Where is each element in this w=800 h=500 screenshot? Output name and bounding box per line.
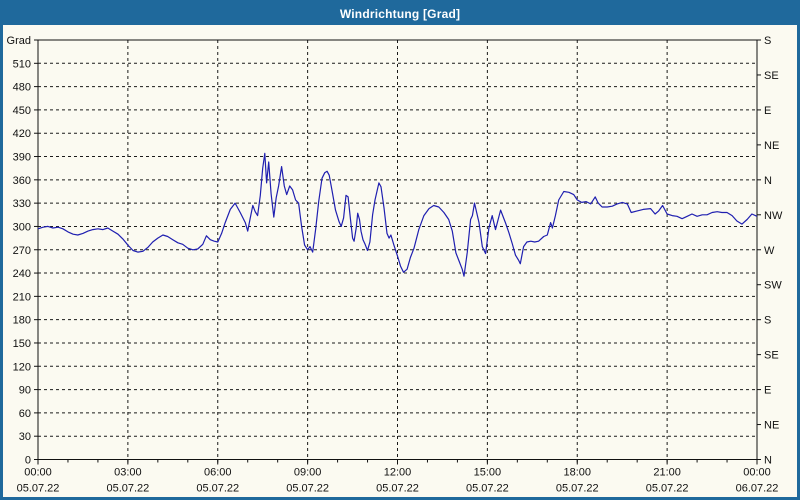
y-left-tick-label: 90 <box>19 385 31 397</box>
y-left-tick-label: 360 <box>13 175 31 187</box>
y-left-tick-label: 120 <box>13 361 31 373</box>
x-date-label: 05.07.22 <box>106 483 149 495</box>
x-date-label: 05.07.22 <box>286 483 329 495</box>
x-date-label: 05.07.22 <box>466 483 509 495</box>
x-time-label: 00:00 <box>24 467 52 479</box>
x-time-label: 09:00 <box>294 467 322 479</box>
y-left-tick-label: 0 <box>25 455 31 467</box>
y-right-tick-label: W <box>764 245 775 257</box>
x-time-label: 06:00 <box>204 467 232 479</box>
x-time-label: 21:00 <box>653 467 681 479</box>
y-left-tick-label: 150 <box>13 338 31 350</box>
y-left-tick-label: 30 <box>19 431 31 443</box>
y-right-tick-label: S <box>764 35 771 47</box>
y-left-tick-label: 390 <box>13 152 31 164</box>
y-left-tick-label: 300 <box>13 221 31 233</box>
y-right-tick-label: N <box>764 455 772 467</box>
y-right-tick-label: NW <box>764 210 783 222</box>
y-right-tick-label: N <box>764 175 772 187</box>
title-bar: Windrichtung [Grad] <box>3 3 797 25</box>
x-time-label: 15:00 <box>474 467 502 479</box>
y-left-tick-label: 210 <box>13 291 31 303</box>
y-right-tick-label: E <box>764 385 771 397</box>
y-left-tick-label: 60 <box>19 408 31 420</box>
y-right-tick-label: S <box>764 315 771 327</box>
y-left-tick-label: 330 <box>13 198 31 210</box>
wind-direction-chart: 0 30 60 90 120 150 180 210 240 270 300 330 360 390 420… <box>7 35 783 495</box>
y-right-tick-label: SW <box>764 280 782 292</box>
y-left-tick-label: 240 <box>13 268 31 280</box>
y-left-tick-label: 180 <box>13 315 31 327</box>
y-left-tick-label: 480 <box>13 82 31 94</box>
x-time-label: 18:00 <box>563 467 591 479</box>
x-date-label: 05.07.22 <box>646 483 689 495</box>
y-left-tick-label: 510 <box>13 58 31 70</box>
app-window: Windrichtung [Grad] 0 30 60 90 120 150 180 210 2… <box>0 0 800 500</box>
chart-area: 0 30 60 90 120 150 180 210 240 270 300 330 360 390 420… <box>3 25 797 497</box>
y-left-tick-label: 420 <box>13 128 31 140</box>
x-date-label: 06.07.22 <box>736 483 779 495</box>
x-date-label: 05.07.22 <box>17 483 60 495</box>
y-right-tick-label: NE <box>764 140 779 152</box>
x-date-label: 05.07.22 <box>556 483 599 495</box>
x-time-label: 03:00 <box>114 467 142 479</box>
y-right-tick-label: NE <box>764 420 779 432</box>
y-left-tick-label: 450 <box>13 105 31 117</box>
y-left-tick-label: 270 <box>13 245 31 257</box>
x-time-label: 00:00 <box>743 467 771 479</box>
x-time-label: 12:00 <box>384 467 412 479</box>
y-left-axis-label: Grad <box>7 35 31 47</box>
x-date-label: 05.07.22 <box>196 483 239 495</box>
y-right-tick-label: E <box>764 105 771 117</box>
y-right-tick-label: SE <box>764 350 779 362</box>
window-title: Windrichtung [Grad] <box>339 7 461 21</box>
x-date-label: 05.07.22 <box>376 483 419 495</box>
y-right-tick-label: SE <box>764 70 779 82</box>
